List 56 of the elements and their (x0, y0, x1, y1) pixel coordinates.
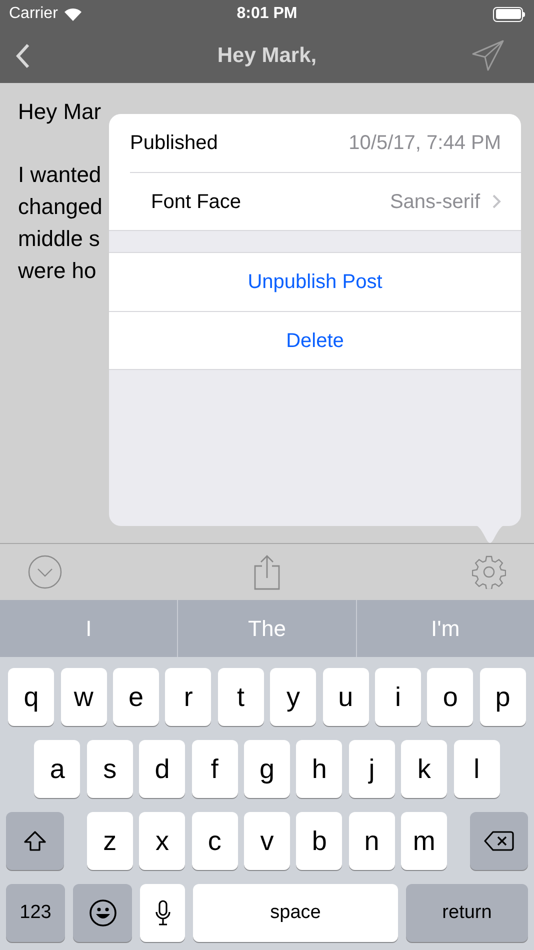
space-key[interactable]: space (193, 884, 398, 942)
key[interactable]: e (113, 668, 160, 726)
send-icon[interactable] (472, 40, 504, 71)
key[interactable]: u (322, 668, 369, 726)
key[interactable]: q (8, 668, 54, 726)
key[interactable]: w (60, 668, 107, 726)
microphone-icon (154, 900, 170, 926)
key[interactable]: g (244, 740, 290, 798)
wifi-icon (64, 8, 82, 20)
body-text: were ho (18, 257, 96, 285)
key[interactable]: t (218, 668, 264, 726)
key[interactable]: c (192, 812, 238, 870)
row-value: 10/5/17, 7:44 PM (348, 131, 501, 156)
settings-row[interactable]: Published 10/5/17, 7:44 PM (109, 114, 521, 172)
key[interactable]: h (296, 740, 342, 798)
action-button[interactable]: Delete (109, 311, 521, 369)
key[interactable]: f (192, 740, 238, 798)
action-button[interactable]: Unpublish Post (109, 253, 521, 311)
status-time: 8:01 PM (236, 4, 298, 24)
carrier-label: Carrier (9, 4, 58, 24)
numbers-key[interactable]: 123 (6, 884, 65, 942)
key[interactable]: v (244, 812, 290, 870)
nav-title: Hey Mark, (217, 42, 317, 69)
delete-key[interactable] (470, 812, 528, 870)
row-label: Published (130, 131, 218, 156)
key[interactable]: r (165, 668, 212, 726)
body-text: Hey Mar (18, 98, 102, 126)
microphone-key[interactable] (140, 884, 185, 942)
body-text: changed (18, 193, 102, 221)
back-icon[interactable] (16, 42, 30, 68)
key[interactable]: p (480, 668, 526, 726)
key[interactable]: k (401, 740, 448, 798)
key[interactable]: o (427, 668, 474, 726)
body-text: middle s (18, 225, 100, 253)
key[interactable]: s (86, 740, 133, 798)
shift-icon (23, 830, 48, 852)
shift-key[interactable] (6, 812, 64, 870)
return-key[interactable]: return (406, 884, 528, 942)
key[interactable]: i (374, 668, 421, 726)
row-value: Sans-serif (390, 190, 480, 214)
key[interactable]: x (139, 812, 186, 870)
key[interactable]: m (401, 812, 448, 870)
key[interactable]: b (296, 812, 342, 870)
battery-icon (493, 6, 525, 22)
key[interactable]: z (86, 812, 133, 870)
emoji-key[interactable] (73, 884, 132, 942)
backspace-icon (484, 830, 514, 852)
key[interactable]: j (348, 740, 395, 798)
key[interactable]: a (34, 740, 80, 798)
key[interactable]: n (348, 812, 395, 870)
key[interactable]: y (270, 668, 316, 726)
smiley-icon (88, 899, 116, 927)
key[interactable]: l (454, 740, 500, 798)
body-text: I wanted (18, 161, 102, 189)
key[interactable]: d (139, 740, 186, 798)
row-label: Font Face (151, 190, 242, 214)
